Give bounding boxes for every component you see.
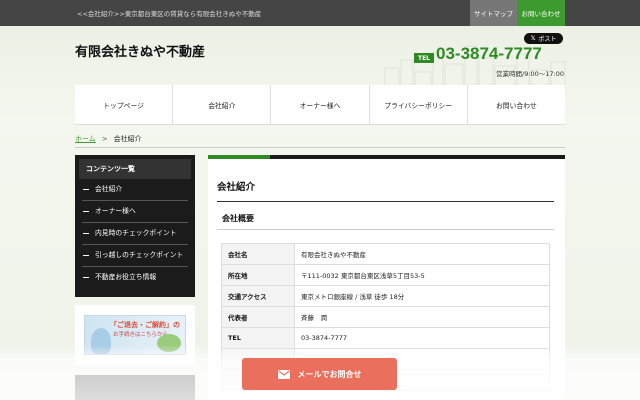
table-row: 所在地 〒111-0032 東京都台東区浅草5丁目53-5 <box>221 264 550 286</box>
sitemap-link[interactable]: サイトマップ <box>470 0 517 26</box>
breadcrumb: ホーム > 会社紹介 <box>75 134 142 144</box>
sidebar-item-realestate-tips[interactable]: 不動産お役立ち情報 <box>82 267 188 288</box>
nav-item-company[interactable]: 会社紹介 <box>173 85 272 124</box>
top-breadcrumb-text: <<会社紹介>>東京都台東区の賃貸なら有限会社きぬや不動産 <box>77 10 262 18</box>
table-row: 代表者 斉藤 潤 <box>221 306 550 328</box>
business-hours: 営業時間/9:00～17:00 <box>496 70 565 78</box>
profile-key: 代表者 <box>221 306 295 328</box>
profile-value: 有限会社きぬや不動産 <box>294 243 550 265</box>
title-divider <box>217 201 554 202</box>
table-row: 交通アクセス 東京メトロ銀座線 / 浅草 徒歩 18分 <box>221 285 550 307</box>
breadcrumb-divider <box>75 147 565 148</box>
mail-contact-label: メールでお問合せ <box>297 369 362 379</box>
profile-key: 会社名 <box>221 243 295 265</box>
sidebar-menu: コンテンツ一覧 会社紹介 オーナー様へ 内見時のチェックポイント 引っ越しのチェ… <box>75 155 195 297</box>
sidebar-item-moving-checkpoints[interactable]: 引っ越しのチェックポイント <box>82 245 188 267</box>
header-phone-number[interactable]: 03-3874-7777 <box>436 44 542 64</box>
top-contact-link[interactable]: お問い合わせ <box>517 0 565 26</box>
sidebar-item-viewing-checkpoints[interactable]: 内見時のチェックポイント <box>82 223 188 245</box>
sidebar-item-owners[interactable]: オーナー様へ <box>82 201 188 223</box>
nav-item-privacy[interactable]: プライバシーポリシー <box>370 85 468 124</box>
profile-value: 〒111-0032 東京都台東区浅草5丁目53-5 <box>294 264 550 286</box>
x-icon: 𝕏 <box>530 35 536 42</box>
x-post-label: ポスト <box>538 36 557 43</box>
profile-value: 東京メトロ銀座線 / 浅草 徒歩 18分 <box>294 285 550 307</box>
nav-item-top[interactable]: トップページ <box>75 85 174 124</box>
sidebar-heading: コンテンツ一覧 <box>79 159 191 179</box>
profile-value: 斉藤 潤 <box>294 306 550 328</box>
breadcrumb-home-link[interactable]: ホーム <box>75 135 96 143</box>
mail-contact-button[interactable]: メールでお問合せ <box>242 358 397 390</box>
sidebar-item-company[interactable]: 会社紹介 <box>82 179 188 201</box>
company-logo-text[interactable]: 有限会社きぬや不動産 <box>75 41 205 60</box>
tel-badge: TEL <box>414 53 434 63</box>
subtitle-divider <box>217 229 554 230</box>
section-subtitle: 会社概要 <box>222 214 254 223</box>
page-title: 会社紹介 <box>217 182 256 193</box>
main-top-border <box>208 155 565 159</box>
nav-item-owners[interactable]: オーナー様へ <box>271 85 370 124</box>
breadcrumb-current: 会社紹介 <box>113 135 142 143</box>
mail-icon <box>277 369 290 379</box>
breadcrumb-separator: > <box>101 135 108 143</box>
banner-caption: 「ご退去・ご解約」の <box>110 321 180 329</box>
x-post-button[interactable]: 𝕏 ポスト <box>524 33 563 44</box>
main-top-accent <box>208 155 270 159</box>
global-nav: トップページ 会社紹介 オーナー様へ プライバシーポリシー お問い合わせ <box>75 85 565 125</box>
profile-key: 所在地 <box>221 264 295 286</box>
table-row: 会社名 有限会社きぬや不動産 <box>221 243 550 265</box>
nav-item-contact[interactable]: お問い合わせ <box>468 85 565 124</box>
top-bar: <<会社紹介>>東京都台東区の賃貸なら有限会社きぬや不動産 サイトマップ お問い… <box>0 0 640 26</box>
profile-key: 交通アクセス <box>221 285 295 307</box>
